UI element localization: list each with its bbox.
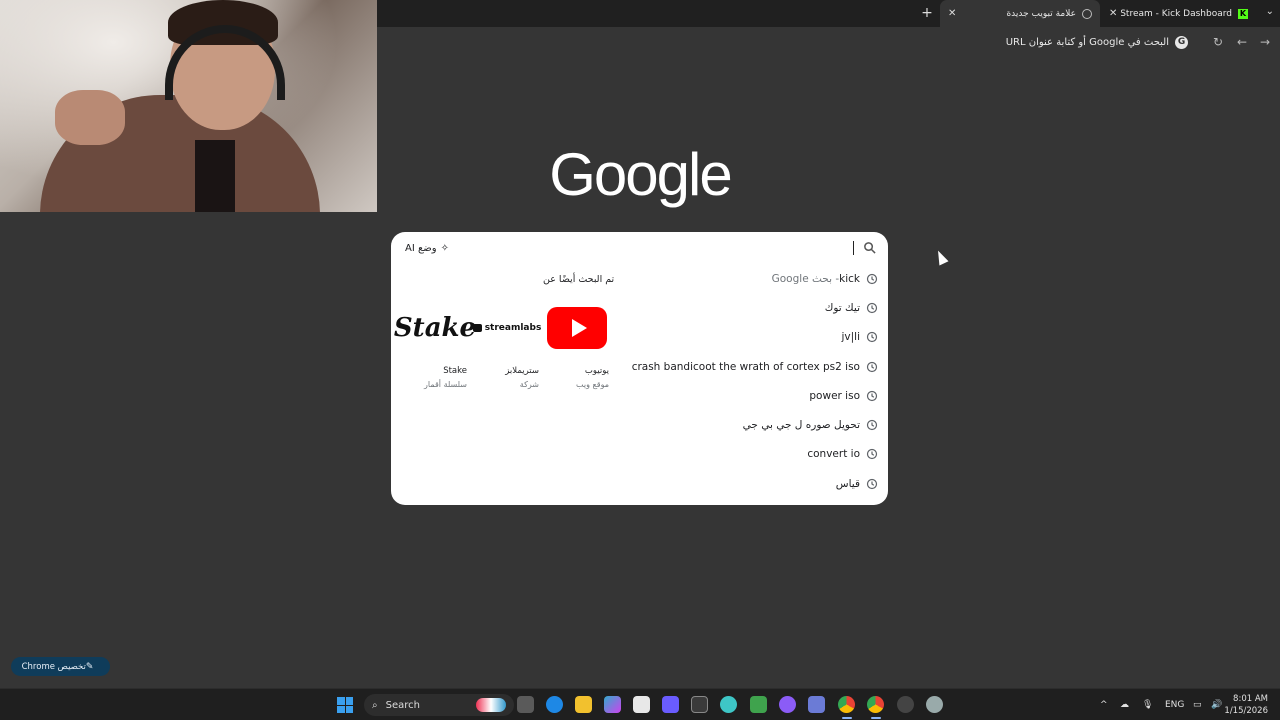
settings-icon[interactable] [926,696,943,713]
entity-streamlabs[interactable]: streamlabs ستريملابز شركة [472,306,541,389]
text-caret [853,241,854,255]
tab-search-chevron-icon[interactable]: ⌄ [1266,6,1274,17]
store-icon[interactable] [633,696,650,713]
tab-label: Stream - Kick Dashboard [1121,8,1232,19]
ai-mode-label: وضع AI [405,243,437,254]
kick-icon: K [1238,8,1248,19]
app-icon[interactable] [808,696,825,713]
chrome-icon[interactable] [867,696,884,713]
app-icon[interactable] [720,696,737,713]
search-icon [864,242,876,254]
windows-start-icon[interactable] [337,697,353,713]
history-icon [866,331,878,343]
google-icon: G [1175,35,1188,49]
stake-logo: Stake [393,313,477,343]
tab-new-tab[interactable]: علامة تبويب جديدة ✕ [940,0,1100,27]
omnibox[interactable]: G البحث في Google أو كتابة عنوان URL [1006,32,1188,52]
google-logo: Google [549,141,732,208]
pencil-icon: ✎ [85,661,94,672]
clock[interactable]: 8:01 AM 1/15/2026 [1224,693,1268,717]
copilot-icon[interactable] [604,696,621,713]
suggestion-item[interactable]: jv|li [841,327,878,347]
mouse-cursor [933,248,949,266]
app-icon[interactable] [779,696,796,713]
history-icon [866,390,878,402]
close-tab-icon[interactable]: ✕ [948,8,956,19]
search-dropdown: ✧ وضع AI kick - بحث Google تيك توك jv|li… [391,232,888,505]
tab-strip: + علامة تبويب جديدة ✕ K Stream - Kick Da… [377,0,1280,27]
entity-youtube[interactable]: يوتيوب موقع ويب [545,306,609,389]
app-icon[interactable] [662,696,679,713]
suggestion-item[interactable]: تيك توك [825,298,878,318]
suggestion-item[interactable]: قياس [836,474,878,494]
edge-icon[interactable] [546,696,563,713]
omnibox-placeholder: البحث في Google أو كتابة عنوان URL [1005,36,1169,48]
suggestion-item[interactable]: تحويل صوره ل جي بي جي [743,415,878,435]
language-indicator[interactable]: ENG [1165,689,1184,720]
volume-icon[interactable]: 🔊 [1211,689,1222,720]
customize-chrome-button[interactable]: ✎ تخصيص Chrome [11,657,110,676]
streamlabs-logo: streamlabs [472,323,541,333]
suggestion-item[interactable]: kick - بحث Google [772,269,878,289]
chevron-up-icon[interactable]: ^ [1100,689,1108,720]
search-icon: ⌕ [372,699,378,711]
chrome-icon[interactable] [838,696,855,713]
reload-icon[interactable]: ↻ [1213,35,1223,49]
webcam-overlay [0,0,377,212]
history-icon [866,419,878,431]
microphone-icon[interactable]: 🎙 [1142,689,1153,720]
history-icon [866,273,878,285]
app-icon[interactable] [897,696,914,713]
taskbar: ⌕ Search ^ ☁ 🎙 ENG ▭ 🔊 8:01 AM 1/15/2026 [0,688,1280,720]
suggestion-item[interactable]: crash bandicoot the wrath of cortex ps2 … [632,357,878,377]
history-icon [866,361,878,373]
taskbar-search[interactable]: ⌕ Search [364,694,514,716]
minecraft-icon[interactable] [750,696,767,713]
history-icon [866,302,878,314]
screen: + علامة تبويب جديدة ✕ K Stream - Kick Da… [0,0,1280,720]
search-highlight-icon [476,698,506,712]
suggestion-item[interactable]: power iso [809,386,878,406]
entity-stake[interactable]: Stake Stake سلسلة أقمار [394,306,476,389]
task-view-icon[interactable] [517,696,534,713]
sparkle-icon: ✧ [440,243,450,254]
ai-mode-button[interactable]: ✧ وضع AI [399,240,455,257]
tab-label: علامة تبويب جديدة [1006,8,1076,19]
obs-icon[interactable] [691,696,708,713]
search-input[interactable]: ✧ وضع AI [391,232,888,265]
tab-kick-dashboard[interactable]: K Stream - Kick Dashboard ✕ [1101,0,1256,27]
chrome-icon [1082,8,1092,19]
network-icon[interactable]: ▭ [1193,689,1202,720]
new-tab-button[interactable]: + [919,5,935,21]
youtube-logo [547,307,607,349]
also-searched-title: تم البحث أيضًا عن [543,274,615,285]
history-icon [866,448,878,460]
forward-icon[interactable]: ← [1237,35,1247,49]
suggestion-item[interactable]: convert io [807,444,878,464]
onedrive-icon[interactable]: ☁ [1120,689,1129,720]
browser-toolbar: → ← ↻ G البحث في Google أو كتابة عنوان U… [377,27,1280,57]
file-explorer-icon[interactable] [575,696,592,713]
close-tab-icon[interactable]: ✕ [1109,8,1117,19]
back-icon[interactable]: → [1260,35,1270,49]
history-icon [866,478,878,490]
